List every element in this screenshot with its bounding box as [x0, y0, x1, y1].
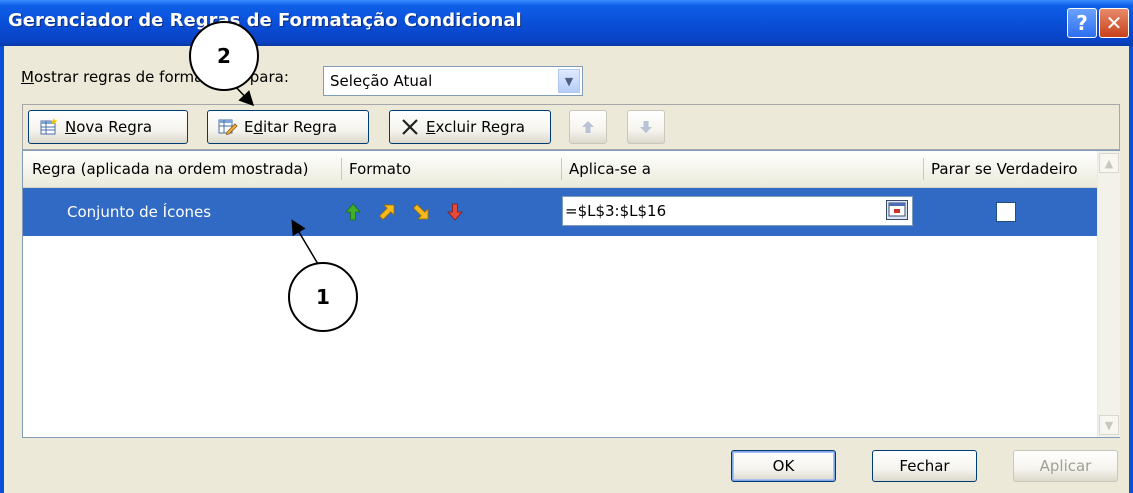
close-window-button[interactable]: ✕: [1099, 8, 1129, 38]
new-rule-label: Nova Regra: [65, 118, 153, 136]
scroll-up-icon[interactable]: ▲: [1099, 153, 1119, 173]
edit-rule-label: Editar Regra: [244, 118, 338, 136]
arrow-down-right-yellow-icon: [411, 202, 431, 222]
header-stop-if-true[interactable]: Parar se Verdadeiro: [931, 160, 1078, 178]
move-down-button[interactable]: [627, 110, 665, 144]
range-picker-icon[interactable]: [886, 200, 908, 220]
edit-rule-icon: [218, 117, 238, 137]
title-bar[interactable]: Gerenciador de Regras de Formatação Cond…: [0, 0, 1133, 46]
format-preview: [343, 202, 465, 222]
chevron-down-icon[interactable]: ▼: [558, 69, 580, 93]
dialog-title: Gerenciador de Regras de Formatação Cond…: [8, 10, 522, 31]
callout-2: 2: [189, 21, 259, 91]
delete-rule-label: Excluir Regra: [426, 118, 525, 136]
delete-rule-button[interactable]: Excluir Regra: [389, 110, 551, 144]
conditional-formatting-dialog: Gerenciador de Regras de Formatação Cond…: [0, 0, 1133, 493]
header-divider[interactable]: [341, 158, 342, 180]
vertical-scrollbar[interactable]: ▲ ▼: [1097, 151, 1120, 437]
arrow-up-green-icon: [343, 202, 363, 222]
edit-rule-button[interactable]: Editar Regra: [207, 110, 369, 144]
window-frame-left: [0, 46, 4, 493]
show-rules-selected-value: Seleção Atual: [330, 72, 433, 90]
arrow-down-red-icon: [445, 202, 465, 222]
applies-to-value: =$L$3:$L$16: [565, 202, 667, 220]
arrow-up-icon: [578, 117, 598, 137]
new-rule-button[interactable]: Nova Regra: [28, 110, 188, 144]
table-row[interactable]: Conjunto de Ícones =$L$3:$L$16: [23, 188, 1097, 236]
stop-if-true-checkbox[interactable]: [996, 202, 1016, 222]
header-applies-to[interactable]: Aplica-se a: [569, 160, 651, 178]
header-divider[interactable]: [561, 158, 562, 180]
arrow-down-icon: [636, 117, 656, 137]
rule-name: Conjunto de Ícones: [67, 203, 212, 221]
help-icon: ?: [1076, 11, 1088, 35]
callout-1: 1: [288, 262, 358, 332]
delete-x-icon: [400, 117, 420, 137]
header-rule[interactable]: Regra (aplicada na ordem mostrada): [32, 160, 309, 178]
applies-to-field[interactable]: =$L$3:$L$16: [562, 196, 913, 226]
rules-list-header: Regra (aplicada na ordem mostrada) Forma…: [23, 151, 1097, 188]
apply-button[interactable]: Aplicar: [1013, 450, 1118, 482]
header-divider[interactable]: [923, 158, 924, 180]
close-button[interactable]: Fechar: [872, 450, 977, 482]
scroll-down-icon[interactable]: ▼: [1099, 415, 1119, 435]
close-icon: ✕: [1105, 11, 1123, 35]
show-rules-select[interactable]: Seleção Atual ▼: [323, 66, 583, 96]
window-frame-right: [1129, 46, 1133, 493]
new-rule-icon: [39, 117, 59, 137]
header-format[interactable]: Formato: [349, 160, 411, 178]
rules-list: Regra (aplicada na ordem mostrada) Forma…: [22, 150, 1120, 438]
move-up-button[interactable]: [569, 110, 607, 144]
arrow-up-right-yellow-icon: [377, 202, 397, 222]
help-button[interactable]: ?: [1067, 8, 1097, 38]
ok-button[interactable]: OK: [731, 450, 836, 482]
